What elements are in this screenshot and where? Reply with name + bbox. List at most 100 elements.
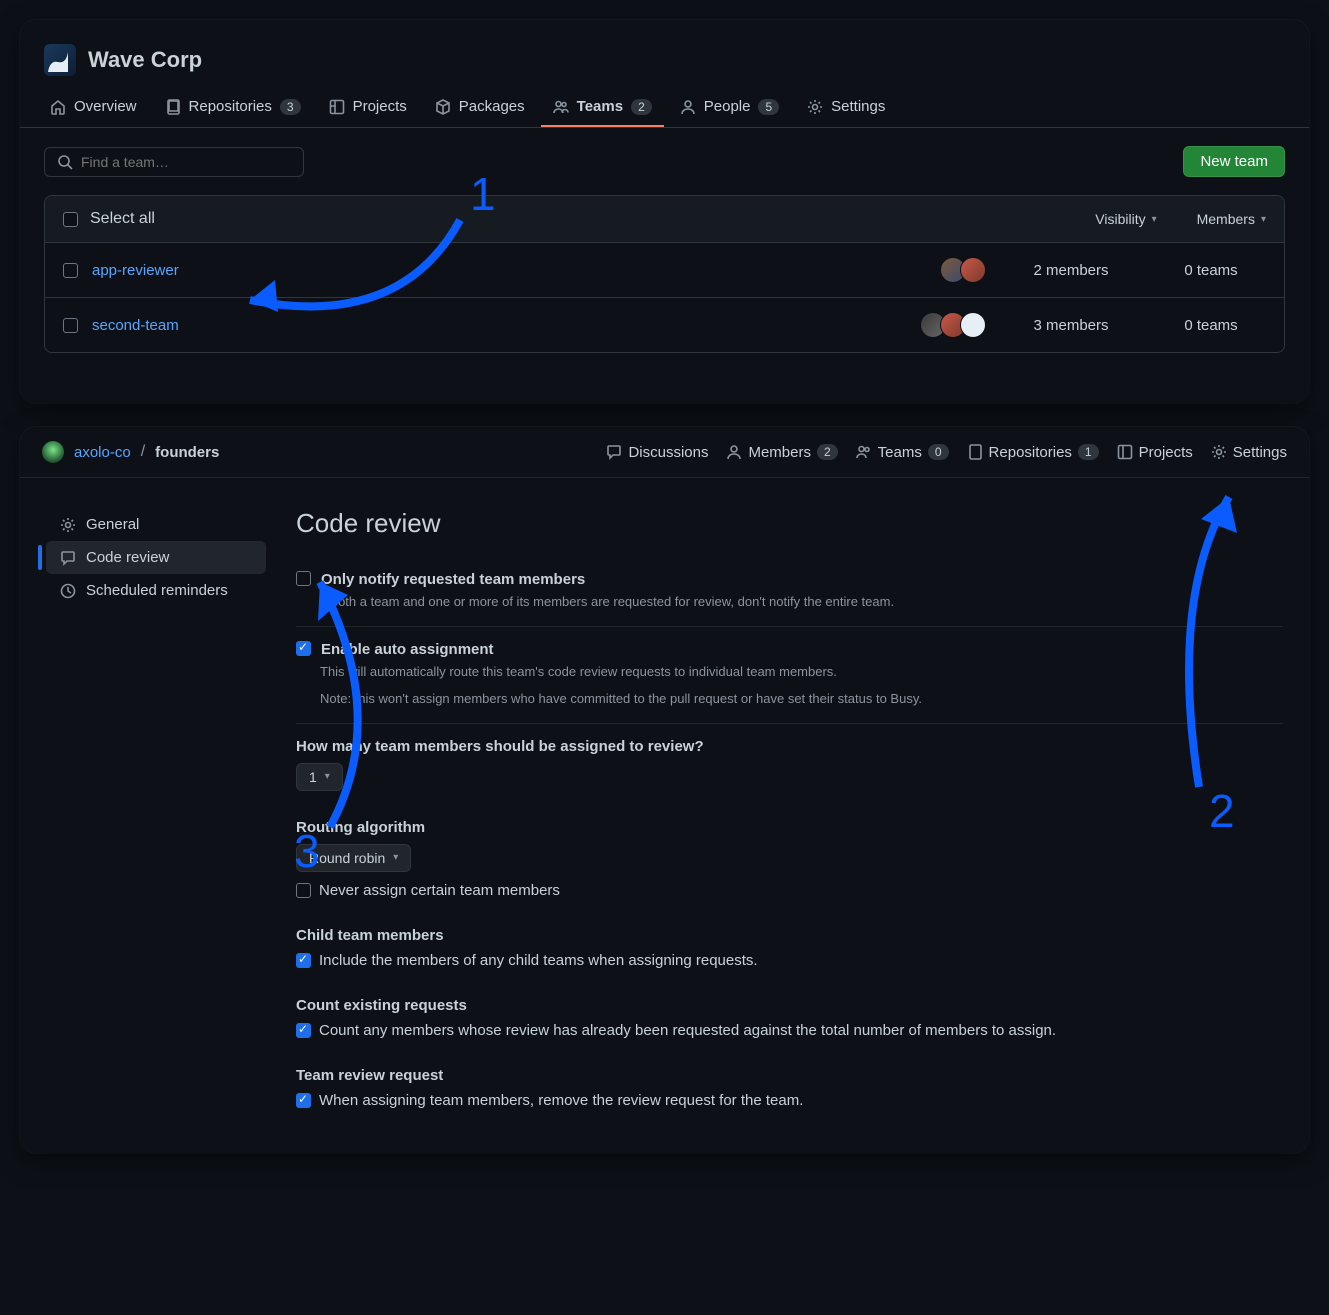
team-review-desc: When assigning team members, remove the …: [319, 1092, 803, 1109]
tab-packages[interactable]: Packages: [423, 88, 537, 127]
how-many-select[interactable]: 1▾: [296, 763, 343, 791]
caret-down-icon: ▾: [393, 852, 398, 863]
search-input[interactable]: [81, 154, 291, 170]
people-icon: [553, 99, 569, 115]
new-team-button[interactable]: New team: [1183, 146, 1285, 177]
avatar[interactable]: [960, 257, 986, 283]
only-notify-label: Only notify requested team members: [321, 571, 585, 588]
tab-label: Projects: [353, 98, 407, 115]
tab-label: Settings: [831, 98, 885, 115]
tab-projects[interactable]: Projects: [1117, 444, 1193, 461]
caret-down-icon: ▾: [1261, 214, 1266, 225]
routing-select[interactable]: Round robin▾: [296, 844, 411, 872]
how-many-block: How many team members should be assigned…: [296, 724, 1283, 805]
members-cell: 2 members: [986, 262, 1156, 279]
repo-icon: [967, 444, 983, 460]
tab-members[interactable]: Members 2: [726, 444, 837, 461]
team-breadcrumb: axolo-co / founders Discussions Members …: [20, 427, 1309, 478]
table-header: Select all Visibility▾ Members▾: [45, 196, 1284, 243]
teams-cell: 0 teams: [1156, 317, 1266, 334]
settings-content: Code review Only notify requested team m…: [296, 508, 1283, 1123]
child-label: Child team members: [296, 927, 1283, 944]
breadcrumb-team: founders: [155, 444, 219, 461]
tab-people[interactable]: People 5: [668, 88, 791, 127]
tab-settings[interactable]: Settings: [795, 88, 897, 127]
breadcrumb-separator: /: [141, 443, 145, 461]
team-review-label: Team review request: [296, 1067, 1283, 1084]
teams-cell: 0 teams: [1156, 262, 1266, 279]
tab-label: Overview: [74, 98, 137, 115]
only-notify-block: Only notify requested team members If bo…: [296, 557, 1283, 627]
home-icon: [50, 99, 66, 115]
teams-table: Select all Visibility▾ Members▾ app-revi…: [44, 195, 1285, 353]
tab-projects[interactable]: Projects: [317, 88, 419, 127]
tab-label: Teams: [577, 98, 623, 115]
sidenav-code-review[interactable]: Code review: [46, 541, 266, 574]
search-row: New team: [20, 128, 1309, 195]
team-link[interactable]: second-team: [92, 317, 179, 334]
members-cell: 3 members: [986, 317, 1156, 334]
people-icon: [856, 444, 872, 460]
child-desc: Include the members of any child teams w…: [319, 952, 758, 969]
team-settings-panel: axolo-co / founders Discussions Members …: [20, 427, 1309, 1153]
breadcrumb-org[interactable]: axolo-co: [74, 444, 131, 461]
search-box[interactable]: [44, 147, 304, 177]
avatar[interactable]: [960, 312, 986, 338]
tab-teams[interactable]: Teams 0: [856, 444, 949, 461]
row-checkbox[interactable]: [63, 318, 78, 333]
team-link[interactable]: app-reviewer: [92, 262, 179, 279]
repo-count: 3: [280, 99, 301, 115]
tab-settings[interactable]: Settings: [1211, 444, 1287, 461]
select-all-checkbox[interactable]: [63, 212, 78, 227]
tab-label: People: [704, 98, 751, 115]
tab-repositories[interactable]: Repositories 3: [153, 88, 313, 127]
sidenav-scheduled-reminders[interactable]: Scheduled reminders: [46, 574, 266, 607]
gear-icon: [60, 517, 76, 533]
org-teams-panel: Wave Corp Overview Repositories 3 Projec…: [20, 20, 1309, 403]
tab-teams[interactable]: Teams 2: [541, 88, 664, 127]
avatar-stack: [946, 257, 986, 283]
team-row: app-reviewer 2 members 0 teams: [45, 243, 1284, 298]
tab-overview[interactable]: Overview: [38, 88, 149, 127]
auto-assign-checkbox[interactable]: [296, 641, 311, 656]
org-tabs: Overview Repositories 3 Projects Package…: [20, 88, 1309, 128]
search-icon: [57, 154, 73, 170]
tab-repositories[interactable]: Repositories 1: [967, 444, 1099, 461]
team-tabs: Discussions Members 2 Teams 0 Repositori…: [606, 444, 1287, 461]
org-icon: [42, 441, 64, 463]
visibility-dropdown[interactable]: Visibility▾: [1095, 211, 1156, 227]
never-assign-label: Never assign certain team members: [319, 882, 560, 899]
repo-count: 1: [1078, 444, 1099, 460]
only-notify-checkbox[interactable]: [296, 571, 311, 586]
gear-icon: [1211, 444, 1227, 460]
clock-icon: [60, 583, 76, 599]
auto-assign-label: Enable auto assignment: [321, 641, 494, 658]
members-count: 2: [817, 444, 838, 460]
routing-block: Routing algorithm Round robin▾ Never ass…: [296, 805, 1283, 913]
team-review-checkbox[interactable]: [296, 1093, 311, 1108]
person-icon: [726, 444, 742, 460]
gear-icon: [807, 99, 823, 115]
routing-label: Routing algorithm: [296, 819, 1283, 836]
caret-down-icon: ▾: [325, 771, 330, 782]
members-dropdown[interactable]: Members▾: [1197, 211, 1266, 227]
auto-assign-block: Enable auto assignment This will automat…: [296, 627, 1283, 724]
comment-icon: [606, 444, 622, 460]
row-checkbox[interactable]: [63, 263, 78, 278]
org-header: Wave Corp: [20, 44, 1309, 88]
org-name: Wave Corp: [88, 47, 202, 73]
child-block: Child team members Include the members o…: [296, 913, 1283, 983]
tab-discussions[interactable]: Discussions: [606, 444, 708, 461]
project-icon: [1117, 444, 1133, 460]
existing-checkbox[interactable]: [296, 1023, 311, 1038]
team-row: second-team 3 members 0 teams: [45, 298, 1284, 352]
page-heading: Code review: [296, 508, 1283, 539]
child-checkbox[interactable]: [296, 953, 311, 968]
select-all-label: Select all: [90, 210, 155, 228]
org-logo: [44, 44, 76, 76]
sidenav-general[interactable]: General: [46, 508, 266, 541]
auto-assign-desc2: Note: this won't assign members who have…: [320, 689, 1283, 709]
auto-assign-desc1: This will automatically route this team'…: [320, 662, 1283, 682]
never-assign-checkbox[interactable]: [296, 883, 311, 898]
settings-sidenav: General Code review Scheduled reminders: [46, 508, 266, 1123]
